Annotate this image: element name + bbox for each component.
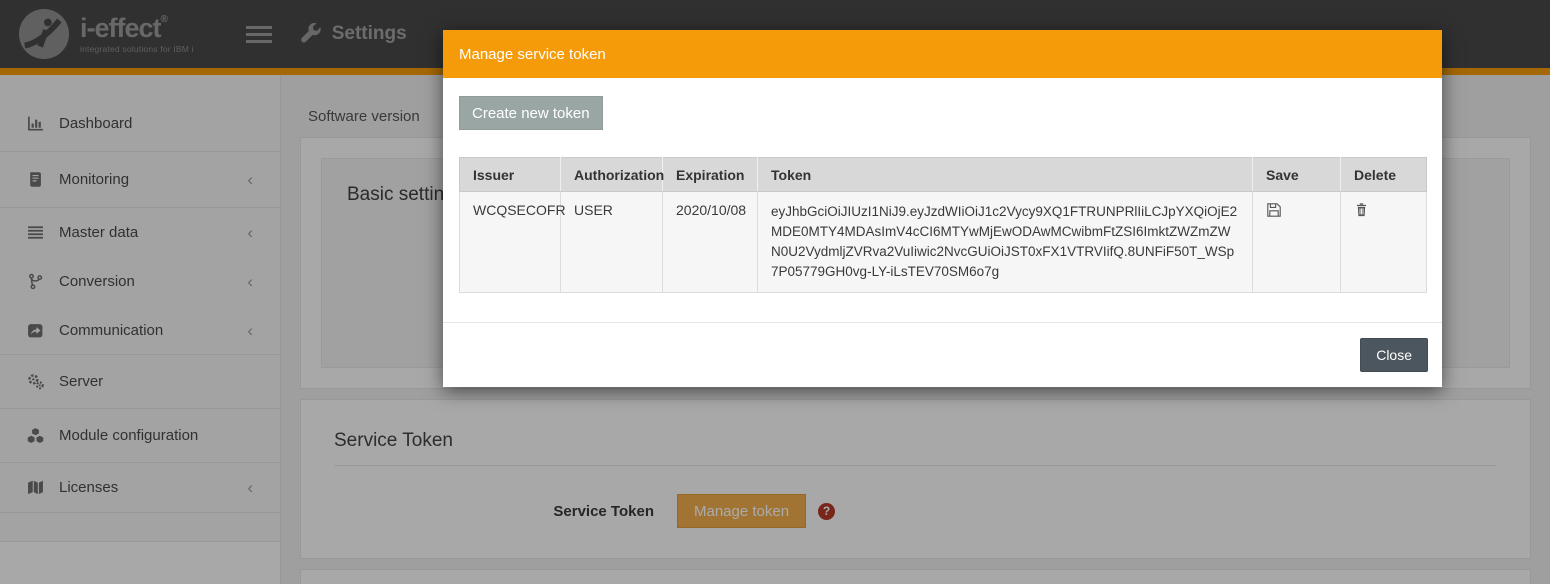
- modal-footer: Close: [443, 322, 1442, 387]
- modal-header: Manage service token: [443, 30, 1442, 78]
- modal-body: Create new token Issuer Authorization Ex…: [443, 78, 1442, 322]
- manage-service-token-modal: Manage service token Create new token Is…: [443, 30, 1442, 387]
- expiration-cell: 2020/10/08: [663, 192, 758, 293]
- floppy-disk-icon: [1266, 202, 1282, 218]
- column-header-issuer: Issuer: [460, 158, 561, 192]
- column-header-save: Save: [1253, 158, 1341, 192]
- authorization-cell: USER: [561, 192, 663, 293]
- token-table-header-row: Issuer Authorization Expiration Token Sa…: [460, 158, 1427, 192]
- trash-icon: [1354, 202, 1369, 218]
- delete-token-button[interactable]: [1354, 202, 1369, 218]
- column-header-delete: Delete: [1341, 158, 1427, 192]
- save-token-button[interactable]: [1266, 202, 1282, 218]
- column-header-token: Token: [758, 158, 1253, 192]
- token-table-row: WCQSECOFR USER 2020/10/08 eyJhbGciOiJIUz…: [460, 192, 1427, 293]
- column-header-authorization: Authorization: [561, 158, 663, 192]
- create-new-token-button[interactable]: Create new token: [459, 96, 603, 130]
- modal-title: Manage service token: [459, 46, 606, 63]
- close-button[interactable]: Close: [1360, 338, 1428, 372]
- token-value: eyJhbGciOiJIUzI1NiJ9.eyJzdWIiOiJ1c2Vycy9…: [771, 202, 1239, 282]
- column-header-expiration: Expiration: [663, 158, 758, 192]
- issuer-cell: WCQSECOFR: [460, 192, 561, 293]
- token-table: Issuer Authorization Expiration Token Sa…: [459, 157, 1427, 293]
